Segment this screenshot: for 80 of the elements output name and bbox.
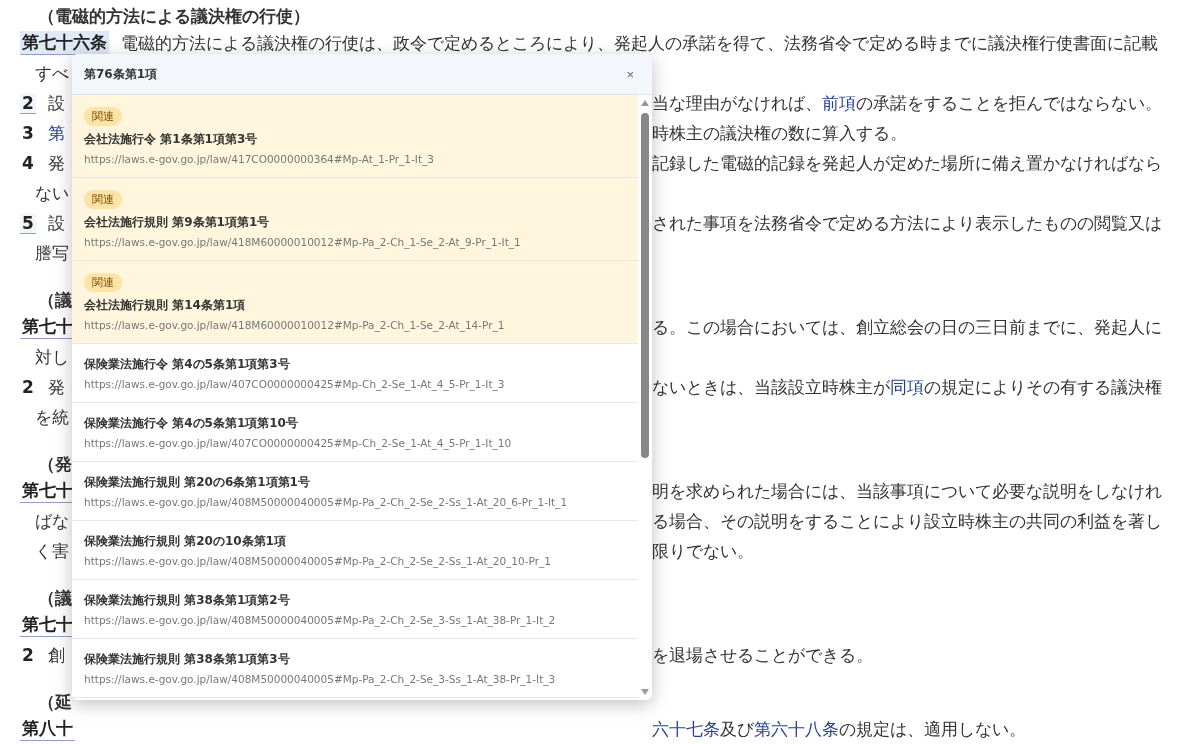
body-text: 創 [47,643,65,667]
law-link[interactable]: 同項 [890,375,924,399]
body-text: 電磁的方法による議決権の行使は、政令で定めるところにより、発起人の承諾を得て、法務省令で定める時までに議決権行使書面に記載 [121,31,1158,55]
body-text: された事項を法務省令で定める方法により表示したものの閲覧又は [652,211,1162,235]
reference-url: https://laws.e-gov.go.jp/law/408M50000040005#Mp-Pa_2-Ch_2-Se_2-Ss_1-At_20_10-Pr_1 [84,555,551,567]
close-button[interactable]: × [622,64,638,84]
law-link[interactable]: 六十七条 [652,717,720,741]
body-text: 当な理由がなければ、 [652,91,822,115]
paragraph-number[interactable]: 5 [20,212,36,234]
reference-url: https://laws.e-gov.go.jp/law/408M50000040005#Mp-Pa_2-Ch_2-Se_3-Ss_1-At_38-Pr_1-It_2 [84,614,556,626]
reference-title: 保険業法施行規則 第38条第1項第2号 [84,592,290,609]
reference-title: 保険業法施行令 第4の5条第1項第10号 [84,415,298,432]
reference-url: https://laws.e-gov.go.jp/law/407CO0000000425#Mp-Ch_2-Se_1-At_4_5-Pr_1-It_3 [84,378,505,390]
body-text: すべ [35,61,69,85]
reference-title: 会社法施行規則 第9条第1項第1号 [84,214,270,231]
paragraph-number[interactable]: 2 [20,376,36,398]
body-text: 限りでない。 [652,539,754,563]
section-heading: （延 [38,690,72,714]
related-badge: 関連 [84,107,122,126]
reference-item[interactable]: 保険業法施行規則 第20の10条第1項 https://laws.e-gov.go.jp/law/408M50000040005#Mp-Pa_2-Ch_2-Se_2-Ss_1-At_20_10-Pr_1 [72,521,638,580]
body-text: る。この場合においては、創立総会の日の三日前までに、発起人に [652,315,1162,339]
section-heading: （発 [38,452,72,476]
body-text: 対し [35,345,69,369]
reference-item[interactable]: 保険業法施行令 第4の5条第1項第3号 https://laws.e-gov.go.jp/law/407CO0000000425#Mp-Ch_2-Se_1-At_4_5-Pr_1-It_3 [72,344,638,403]
paragraph-number[interactable]: 2 [20,644,36,666]
body-text: 謄写 [35,241,69,265]
body-text: く害 [35,539,69,563]
body-text: ばな [35,509,69,533]
scroll-up-icon[interactable] [640,99,650,107]
article-link[interactable]: 第七十六条 [20,31,109,55]
reference-item[interactable]: 保険業法施行規則 第38条第1項第3号 https://laws.e-gov.go.jp/law/408M50000040005#Mp-Pa_2-Ch_2-Se_3-Ss_1-At_38-Pr_1-It_3 [72,639,638,698]
reference-item[interactable]: 保険業法施行令 第4の5条第1項第10号 https://laws.e-gov.go.jp/law/407CO0000000425#Mp-Ch_2-Se_1-At_4_5-Pr_1-It_10 [72,403,638,462]
law-link[interactable]: 第 [47,121,65,145]
reference-url: https://laws.e-gov.go.jp/law/408M50000040005#Mp-Pa_2-Ch_2-Se_2-Ss_1-At_20_6-Pr_1-It_1 [84,496,568,508]
body-text: の規定は、適用しない。 [839,717,1026,741]
body-text: ない [35,181,69,205]
scroll-down-icon[interactable] [640,688,650,696]
reference-item[interactable]: 保険業法施行規則 第38条第1項第2号 https://laws.e-gov.go.jp/law/408M50000040005#Mp-Pa_2-Ch_2-Se_3-Ss_1-At_38-Pr_1-It_2 [72,580,638,639]
body-text: 時株主の議決権の数に算入する。 [652,121,907,145]
body-text: 及び [720,717,754,741]
body-text: 明を求められた場合には、当該事項について必要な説明をしなけれ [652,479,1162,503]
popup-title: 第76条第1項 [84,65,158,83]
body-text: 発 [47,151,65,175]
reference-title: 保険業法施行規則 第20の10条第1項 [84,533,286,550]
body-text: 記録した電磁的記録を発起人が定めた場所に備え置かなければなら [652,151,1162,175]
reference-title: 会社法施行規則 第14条第1項 [84,297,246,314]
reference-item[interactable]: 保険業法施行規則 第20の6条第1項第1号 https://laws.e-gov.go.jp/law/408M50000040005#Mp-Pa_2-Ch_2-Se_2-Ss_1-At_20_6-Pr_1-It_1 [72,462,638,521]
body-text: る場合、その説明をすることにより設立時株主の共同の利益を著し [652,509,1162,533]
reference-url: https://laws.e-gov.go.jp/law/408M50000040005#Mp-Pa_2-Ch_2-Se_3-Ss_1-At_38-Pr_1-It_3 [84,673,556,685]
reference-title: 保険業法施行令 第4の5条第1項第3号 [84,356,290,373]
reference-title: 会社法施行令 第1条第1項第3号 [84,131,258,148]
reference-url: https://laws.e-gov.go.jp/law/417CO0000000364#Mp-At_1-Pr_1-It_3 [84,153,434,165]
law-link[interactable]: 第六十八条 [754,717,839,741]
related-badge: 関連 [84,273,122,292]
paragraph-number[interactable]: 3 [20,122,36,144]
article-link[interactable]: 第八十 [20,717,75,741]
body-text: ないときは、当該設立時株主が [652,375,890,399]
paragraph-number[interactable]: 4 [20,152,36,174]
paragraph-number[interactable]: 2 [20,92,36,114]
body-text: を退場させることができる。 [652,643,873,667]
body-text: 設 [47,211,65,235]
section-heading: （電磁的方法による議決権の行使） [38,4,310,28]
body-text: を統 [35,405,69,429]
reference-title: 保険業法施行規則 第38条第1項第3号 [84,651,290,668]
reference-url: https://laws.e-gov.go.jp/law/418M60000010012#Mp-Pa_2-Ch_1-Se_2-At_14-Pr_1 [84,319,505,331]
body-text: の規定によりその有する議決権 [924,375,1162,399]
reference-url: https://laws.e-gov.go.jp/law/407CO0000000425#Mp-Ch_2-Se_1-At_4_5-Pr_1-It_10 [84,437,512,449]
related-badge: 関連 [84,190,122,209]
reference-item[interactable]: 関連 会社法施行令 第1条第1項第3号 https://laws.e-gov.go.jp/law/417CO0000000364#Mp-At_1-Pr_1-It_3 [72,95,638,178]
reference-title: 保険業法施行規則 第20の6条第1項第1号 [84,474,310,491]
law-link[interactable]: 前項 [822,91,856,115]
reference-item[interactable]: 関連 会社法施行規則 第14条第1項 https://laws.e-gov.go.jp/law/418M60000010012#Mp-Pa_2-Ch_1-Se_2-At_14-Pr_1 [72,261,638,344]
section-heading: （議 [38,586,72,610]
section-heading: （議 [38,288,72,312]
reference-url: https://laws.e-gov.go.jp/law/418M60000010012#Mp-Pa_2-Ch_1-Se_2-At_9-Pr_1-It_1 [84,236,521,248]
reference-item[interactable]: 関連 会社法施行規則 第9条第1項第1号 https://laws.e-gov.go.jp/law/418M60000010012#Mp-Pa_2-Ch_1-Se_2-At_9-Pr_1-It_1 [72,178,638,261]
body-text: の承諾をすることを拒んではならない。 [856,91,1162,115]
body-text: 発 [47,375,65,399]
scrollbar-thumb[interactable] [641,113,649,458]
body-text: 設 [47,91,65,115]
